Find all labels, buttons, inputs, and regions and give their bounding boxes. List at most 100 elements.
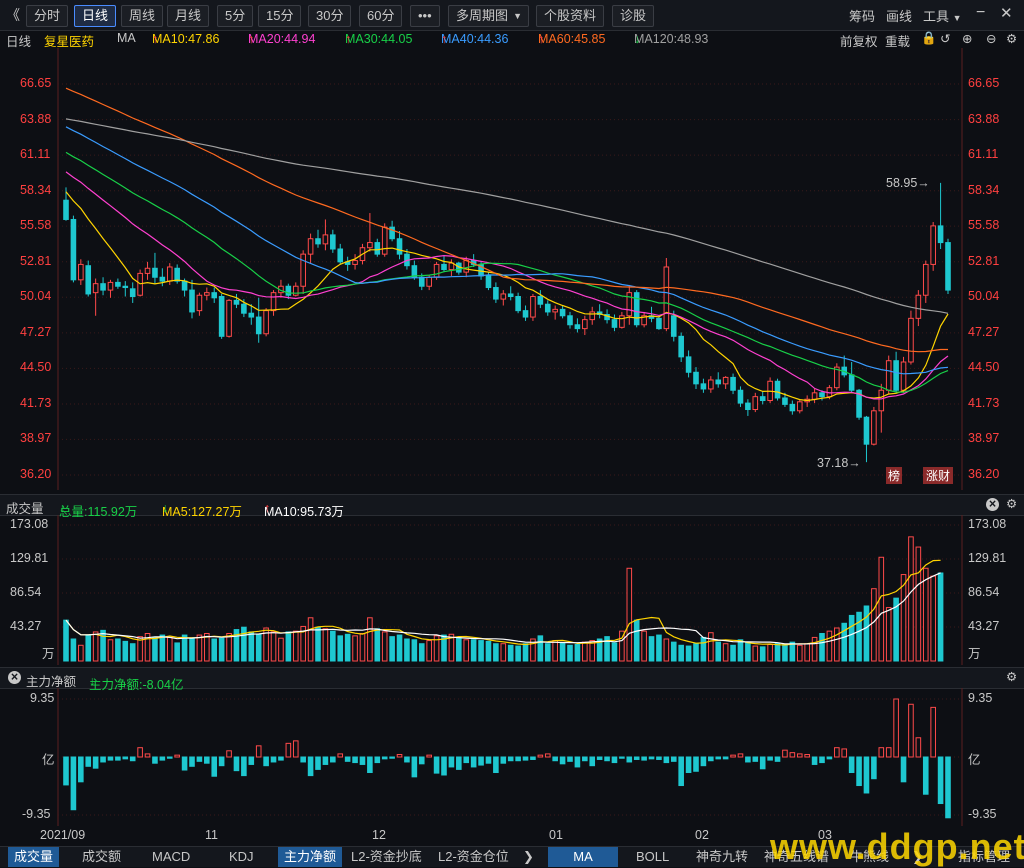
volume-bar (759, 646, 766, 662)
fund-bar (752, 756, 759, 762)
fund-bar (478, 756, 484, 766)
tab-nine-turns[interactable]: 神奇九转 (690, 847, 754, 867)
gear-icon[interactable]: ⚙ (1006, 669, 1017, 684)
fund-chart[interactable] (0, 688, 1024, 826)
price-tick-label: 58.34 (968, 182, 1000, 197)
ma60-text: MA60:45.85 (538, 32, 606, 46)
fund-bar (129, 756, 136, 762)
draw-line-button[interactable]: 画线 (886, 6, 912, 25)
candle-body (152, 267, 158, 278)
tab-60fen[interactable]: 60分 (359, 5, 403, 27)
tab-15fen[interactable]: 15分 (258, 5, 302, 27)
fund-bar (930, 706, 936, 758)
close-icon[interactable]: ✕ (1000, 4, 1013, 22)
volume-bar (700, 636, 707, 662)
volume-bar (900, 574, 907, 662)
fund-bar (834, 747, 840, 758)
price-chart[interactable] (0, 48, 1024, 490)
rank-badge[interactable]: 榜 (886, 467, 903, 484)
tab-rixian[interactable]: 日线 (74, 5, 117, 27)
ma10-text: MA10:47.86 (152, 32, 220, 46)
fund-bar (804, 754, 810, 758)
tab-volume[interactable]: 成交量 (8, 847, 60, 867)
fund-bar (456, 756, 462, 770)
fund-bar (782, 749, 788, 758)
tab-zhouxian[interactable]: 周线 (121, 5, 164, 27)
candle-body (70, 218, 77, 281)
tools-dropdown[interactable]: 工具 ▼ (923, 6, 962, 25)
candle-body (922, 263, 929, 296)
close-icon[interactable]: × (986, 498, 999, 511)
diagnose-button[interactable]: 诊股 (612, 5, 655, 27)
volume-bar (908, 536, 914, 662)
fund-bar (300, 756, 306, 763)
candle-body (893, 360, 899, 391)
fund-bar (174, 754, 180, 758)
candle-body (544, 303, 551, 313)
volume-bar (152, 636, 158, 662)
tab-fenshi[interactable]: 分时 (26, 5, 69, 27)
volume-bar (115, 638, 121, 662)
tab-yuexian[interactable]: 月线 (167, 5, 210, 27)
close-icon[interactable]: × (8, 671, 21, 684)
volume-bar (129, 643, 136, 662)
volume-bar (767, 643, 773, 662)
volume-bar (678, 644, 684, 662)
tab-30fen[interactable]: 30分 (308, 5, 352, 27)
news-badge[interactable]: 涨财 (923, 467, 954, 484)
tab-main-net[interactable]: 主力净额 (278, 847, 343, 867)
tab-boll[interactable]: BOLL (630, 847, 675, 867)
tab-5fen[interactable]: 5分 (217, 5, 254, 27)
date-tick-label: 2021/09 (40, 828, 86, 842)
tab-turnover[interactable]: 成交额 (76, 847, 127, 867)
volume-bar (478, 640, 484, 662)
more-button[interactable]: ••• (410, 5, 440, 27)
date-tick-label: 11 (205, 828, 218, 842)
fund-tick-label: 亿 (42, 753, 55, 767)
ma-label[interactable]: MA (117, 31, 136, 45)
fund-bar (433, 756, 440, 774)
minimize-icon[interactable]: − (976, 4, 985, 22)
volume-chart[interactable] (0, 515, 1024, 665)
tab-macd[interactable]: MACD (146, 847, 196, 867)
fund-bar (796, 753, 803, 758)
price-tick-label: 44.50 (20, 360, 52, 375)
candle-body (559, 308, 566, 317)
multi-period-dropdown[interactable]: 多周期图 ▼ (448, 5, 530, 27)
fund-bar (493, 756, 499, 774)
lock-icon[interactable]: 🔒 (921, 31, 937, 46)
gear-icon[interactable]: ⚙ (1006, 496, 1017, 511)
stock-info-button[interactable]: 个股资料 (536, 5, 605, 27)
fund-bar (530, 756, 536, 760)
candle-body (418, 276, 425, 287)
fund-tick-label: -9.35 (968, 807, 997, 821)
volume-bar (515, 645, 521, 662)
remove-icon[interactable]: ⊖ (986, 31, 996, 46)
chevron-right-icon[interactable]: ❯ (517, 847, 540, 867)
volume-bar (841, 622, 848, 662)
candle-body (166, 266, 173, 282)
volume-bar (796, 644, 803, 662)
chevron-down-icon: ▼ (952, 13, 962, 23)
tab-l2-bottom[interactable]: L2-资金抄底 (345, 847, 428, 867)
add-icon[interactable]: ⊕ (962, 31, 972, 46)
refresh-icon[interactable]: ↺ (940, 31, 950, 46)
volume-bar (248, 631, 255, 662)
volume-bar (648, 636, 655, 662)
volume-bar (745, 642, 751, 662)
back-icon[interactable]: 《 (6, 5, 20, 25)
tab-ma[interactable]: MA (548, 847, 618, 867)
fund-bar (218, 756, 225, 767)
price-tick-label: 44.50 (968, 360, 1000, 375)
fund-bar (122, 756, 129, 760)
tab-kdj[interactable]: KDJ (223, 847, 260, 867)
candle-body (463, 260, 470, 273)
volume-bar (522, 643, 529, 662)
low-annotation: 37.18→ (817, 456, 861, 470)
tab-l2-position[interactable]: L2-资金仓位 (432, 847, 515, 867)
fund-bar (544, 753, 551, 758)
gear-icon[interactable]: ⚙ (1006, 31, 1017, 46)
volume-ma10-line (65, 572, 941, 645)
candle-body (174, 267, 180, 282)
chips-button[interactable]: 筹码 (849, 6, 875, 25)
